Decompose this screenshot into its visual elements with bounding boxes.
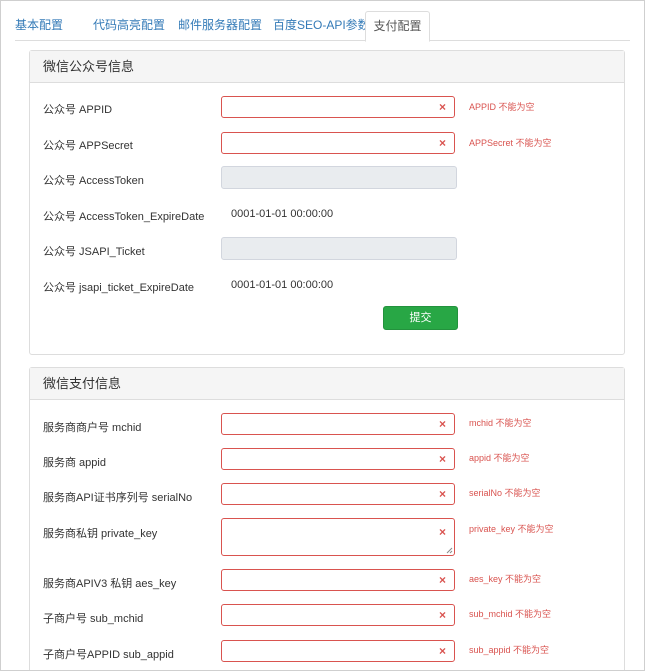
mchid-field: × — [221, 413, 455, 435]
aes-key-error: aes_key 不能为空 — [469, 574, 542, 584]
jsapi-ticket-expire-value: 0001-01-01 00:00:00 — [231, 279, 334, 291]
clear-icon[interactable]: × — [439, 101, 446, 113]
appsecret-label: 公众号 APPSecret — [43, 140, 133, 152]
tab-baidu-seo-api[interactable]: 百度SEO-API参数 — [273, 11, 370, 39]
pay-appid-input[interactable] — [226, 450, 426, 468]
resize-grip-icon[interactable] — [445, 546, 453, 554]
appid-error: APPID 不能为空 — [469, 102, 535, 112]
sub-mchid-label: 子商户号 sub_mchid — [43, 613, 144, 625]
appid-label: 公众号 APPID — [43, 104, 113, 116]
jsapi-ticket-label: 公众号 JSAPI_Ticket — [43, 246, 145, 258]
sub-mchid-field: × — [221, 604, 455, 626]
appid-field: × — [221, 96, 455, 118]
wechat-pay-panel: 微信支付信息 服务商商户号 mchid × mchid 不能为空 服务商 app… — [29, 367, 625, 670]
pay-appid-error: appid 不能为空 — [469, 453, 530, 463]
sub-appid-error: sub_appid 不能为空 — [469, 645, 550, 655]
jsapi-ticket-expire-label: 公众号 jsapi_ticket_ExpireDate — [43, 282, 195, 294]
sub-mchid-input[interactable] — [226, 606, 426, 624]
private-key-field: × — [221, 518, 455, 556]
mchid-input[interactable] — [226, 415, 426, 433]
clear-icon[interactable]: × — [439, 418, 446, 430]
mchid-label: 服务商商户号 mchid — [43, 422, 142, 434]
serial-no-error: serialNo 不能为空 — [469, 488, 541, 498]
access-token-expire-label: 公众号 AccessToken_ExpireDate — [43, 211, 205, 223]
clear-icon[interactable]: × — [439, 526, 446, 538]
serial-no-input[interactable] — [226, 485, 426, 503]
access-token-label: 公众号 AccessToken — [43, 175, 144, 187]
appsecret-field: × — [221, 132, 455, 154]
wechat-public-panel: 微信公众号信息 公众号 APPID × APPID 不能为空 公众号 APPSe… — [29, 50, 625, 355]
clear-icon[interactable]: × — [439, 453, 446, 465]
private-key-label: 服务商私钥 private_key — [43, 528, 158, 540]
aes-key-input[interactable] — [226, 571, 426, 589]
clear-icon[interactable]: × — [439, 488, 446, 500]
sub-appid-label: 子商户号APPID sub_appid — [43, 649, 174, 661]
tab-basic-config[interactable]: 基本配置 — [15, 11, 63, 39]
submit-button[interactable]: 提交 — [383, 306, 458, 330]
appsecret-error: APPSecret 不能为空 — [469, 138, 552, 148]
tab-code-highlight-config[interactable]: 代码高亮配置 — [93, 11, 165, 39]
sub-mchid-error: sub_mchid 不能为空 — [469, 609, 552, 619]
clear-icon[interactable]: × — [439, 645, 446, 657]
mchid-error: mchid 不能为空 — [469, 418, 532, 428]
access-token-readonly — [221, 166, 457, 189]
pay-appid-field: × — [221, 448, 455, 470]
wechat-pay-panel-title: 微信支付信息 — [30, 368, 624, 400]
tab-payment-config[interactable]: 支付配置 — [365, 11, 430, 42]
appid-input[interactable] — [226, 98, 426, 116]
jsapi-ticket-readonly — [221, 237, 457, 260]
aes-key-label: 服务商APIV3 私钥 aes_key — [43, 578, 177, 590]
sub-appid-input[interactable] — [226, 642, 426, 660]
clear-icon[interactable]: × — [439, 574, 446, 586]
tab-mail-server-config[interactable]: 邮件服务器配置 — [178, 11, 262, 39]
private-key-error: private_key 不能为空 — [469, 524, 554, 534]
pay-appid-label: 服务商 appid — [43, 457, 106, 469]
access-token-expire-value: 0001-01-01 00:00:00 — [231, 208, 334, 220]
serial-no-field: × — [221, 483, 455, 505]
clear-icon[interactable]: × — [439, 609, 446, 621]
clear-icon[interactable]: × — [439, 137, 446, 149]
appsecret-input[interactable] — [226, 134, 426, 152]
serial-no-label: 服务商API证书序列号 serialNo — [43, 492, 193, 504]
private-key-textarea[interactable] — [226, 520, 426, 556]
sub-appid-field: × — [221, 640, 455, 662]
wechat-public-panel-title: 微信公众号信息 — [30, 51, 624, 83]
aes-key-field: × — [221, 569, 455, 591]
config-page: 基本配置 代码高亮配置 邮件服务器配置 百度SEO-API参数 支付配置 微信公… — [0, 0, 645, 671]
config-tabs: 基本配置 代码高亮配置 邮件服务器配置 百度SEO-API参数 支付配置 — [15, 11, 630, 42]
